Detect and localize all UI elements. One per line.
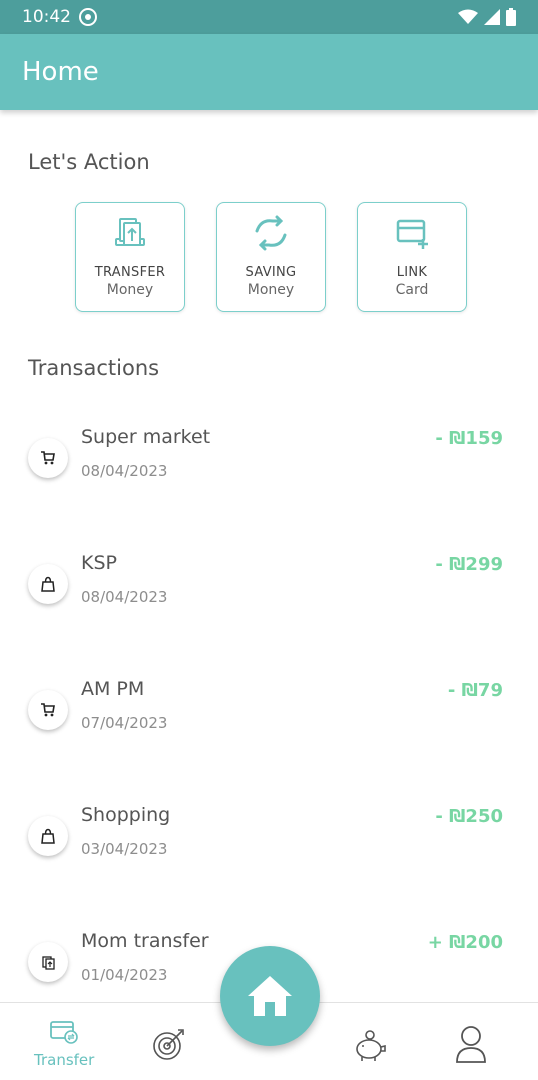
status-icons bbox=[458, 8, 516, 26]
refresh-icon bbox=[249, 215, 293, 251]
transfer-sublabel: Money bbox=[106, 282, 154, 298]
home-icon bbox=[248, 976, 292, 1016]
transaction-date: 03/04/2023 bbox=[81, 840, 168, 858]
transaction-date: 07/04/2023 bbox=[81, 714, 168, 732]
cart-icon bbox=[28, 438, 68, 478]
link-card-button[interactable]: LINK Card bbox=[357, 202, 467, 312]
transaction-row[interactable]: Super market 08/04/2023 - ₪159 bbox=[0, 426, 538, 506]
transaction-amount: - ₪250 bbox=[435, 806, 503, 827]
link-label: LINK bbox=[396, 265, 428, 280]
settings-status-icon bbox=[79, 8, 97, 26]
bag-icon bbox=[28, 816, 68, 856]
transaction-name: Super market bbox=[81, 426, 211, 448]
transaction-row[interactable]: Shopping 03/04/2023 - ₪250 bbox=[0, 804, 538, 884]
bag-icon bbox=[28, 564, 68, 604]
saving-label: SAVING bbox=[245, 265, 297, 280]
wifi-icon bbox=[458, 9, 478, 24]
saving-sublabel: Money bbox=[247, 282, 295, 298]
transaction-amount: + ₪200 bbox=[427, 932, 503, 953]
target-icon bbox=[153, 1029, 184, 1060]
page-title: Home bbox=[22, 57, 99, 87]
nav-transfer[interactable]: Transfer bbox=[34, 1017, 94, 1069]
actions-heading: Let's Action bbox=[28, 150, 150, 174]
transaction-date: 08/04/2023 bbox=[81, 462, 168, 480]
transfer-nav-icon bbox=[50, 1021, 78, 1044]
transactions-heading: Transactions bbox=[28, 356, 160, 380]
card-add-icon bbox=[390, 215, 434, 251]
transaction-date: 08/04/2023 bbox=[81, 588, 168, 606]
transfer-money-button[interactable]: TRANSFER Money bbox=[75, 202, 185, 312]
transaction-name: AM PM bbox=[81, 678, 145, 700]
transaction-row[interactable]: AM PM 07/04/2023 - ₪79 bbox=[0, 678, 538, 758]
transaction-amount: - ₪159 bbox=[435, 428, 503, 449]
status-time: 10:42 bbox=[22, 7, 71, 27]
transaction-date: 01/04/2023 bbox=[81, 966, 168, 984]
transfer-label: TRANSFER bbox=[94, 265, 166, 280]
cart-icon bbox=[28, 690, 68, 730]
battery-icon bbox=[506, 8, 516, 26]
transfer-small-icon bbox=[28, 942, 68, 982]
nav-transfer-label: Transfer bbox=[34, 1051, 95, 1069]
transaction-name: Mom transfer bbox=[81, 930, 209, 952]
transaction-name: Shopping bbox=[81, 804, 171, 826]
transaction-row[interactable]: KSP 08/04/2023 - ₪299 bbox=[0, 552, 538, 632]
link-sublabel: Card bbox=[395, 282, 429, 298]
home-button[interactable] bbox=[220, 946, 320, 1046]
status-bar: 10:42 bbox=[0, 0, 538, 34]
nav-savings[interactable] bbox=[352, 1027, 388, 1063]
piggy-bank-icon bbox=[356, 1030, 386, 1061]
nav-goals[interactable] bbox=[152, 1027, 186, 1061]
transaction-amount: - ₪79 bbox=[447, 680, 503, 701]
transaction-name: KSP bbox=[81, 552, 117, 574]
transaction-amount: - ₪299 bbox=[435, 554, 503, 575]
app-bar: Home bbox=[0, 34, 538, 110]
transfer-icon bbox=[108, 215, 152, 251]
saving-money-button[interactable]: SAVING Money bbox=[216, 202, 326, 312]
nav-profile[interactable] bbox=[454, 1025, 488, 1063]
signal-icon bbox=[484, 9, 500, 25]
user-icon bbox=[456, 1026, 486, 1063]
